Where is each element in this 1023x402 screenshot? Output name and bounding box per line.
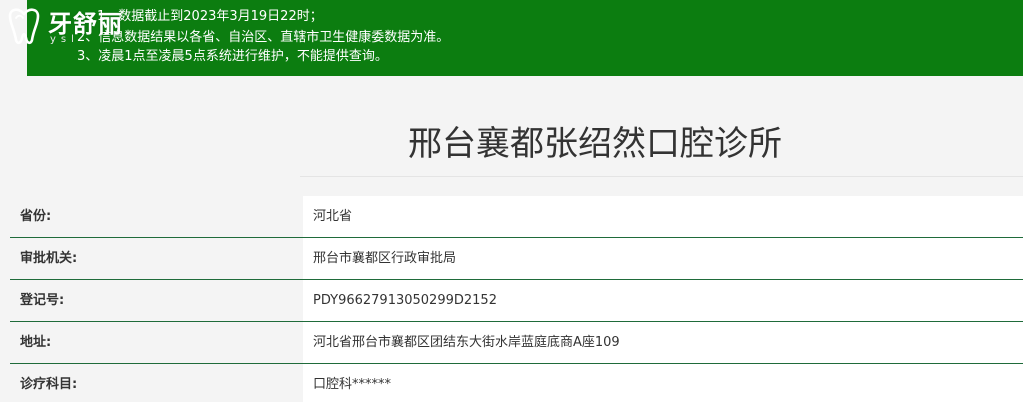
departments-label: 诊疗科目: [10, 364, 303, 402]
page: 1、数据截止到2023年3月19日22时； 2、信息数据结果以各省、自治区、直辖… [0, 0, 1023, 402]
table-row-address: 地址: 河北省邢台市襄都区团结东大街水岸蓝庭底商A座109 [10, 322, 1023, 364]
table-row-registration-number: 登记号: PDY96627913050299D2152 [10, 280, 1023, 322]
address-value: 河北省邢台市襄都区团结东大街水岸蓝庭底商A座109 [303, 322, 1023, 363]
logo-subtext: ysl [50, 34, 79, 45]
page-title: 邢台襄都张绍然口腔诊所 [408, 124, 782, 164]
approval-authority-value: 邢台市襄都区行政审批局 [303, 238, 1023, 279]
address-label: 地址: [10, 322, 303, 363]
registration-number-label: 登记号: [10, 280, 303, 321]
table-row-departments: 诊疗科目: 口腔科****** [10, 364, 1023, 402]
site-logo[interactable]: 牙舒丽 ysl [4, 2, 134, 50]
table-row-province: 省份: 河北省 [10, 196, 1023, 238]
departments-value: 口腔科****** [303, 364, 1023, 402]
title-divider [300, 176, 1023, 177]
province-value: 河北省 [303, 196, 1023, 237]
tooth-logo-icon [8, 8, 40, 45]
province-label: 省份: [10, 196, 303, 237]
approval-authority-label: 审批机关: [10, 238, 303, 279]
table-row-approval-authority: 审批机关: 邢台市襄都区行政审批局 [10, 238, 1023, 280]
notice-banner: 1、数据截止到2023年3月19日22时； 2、信息数据结果以各省、自治区、直辖… [27, 0, 1023, 76]
registration-number-value: PDY96627913050299D2152 [303, 280, 1023, 321]
clinic-info-table: 省份: 河北省 审批机关: 邢台市襄都区行政审批局 登记号: PDY966279… [10, 196, 1023, 402]
